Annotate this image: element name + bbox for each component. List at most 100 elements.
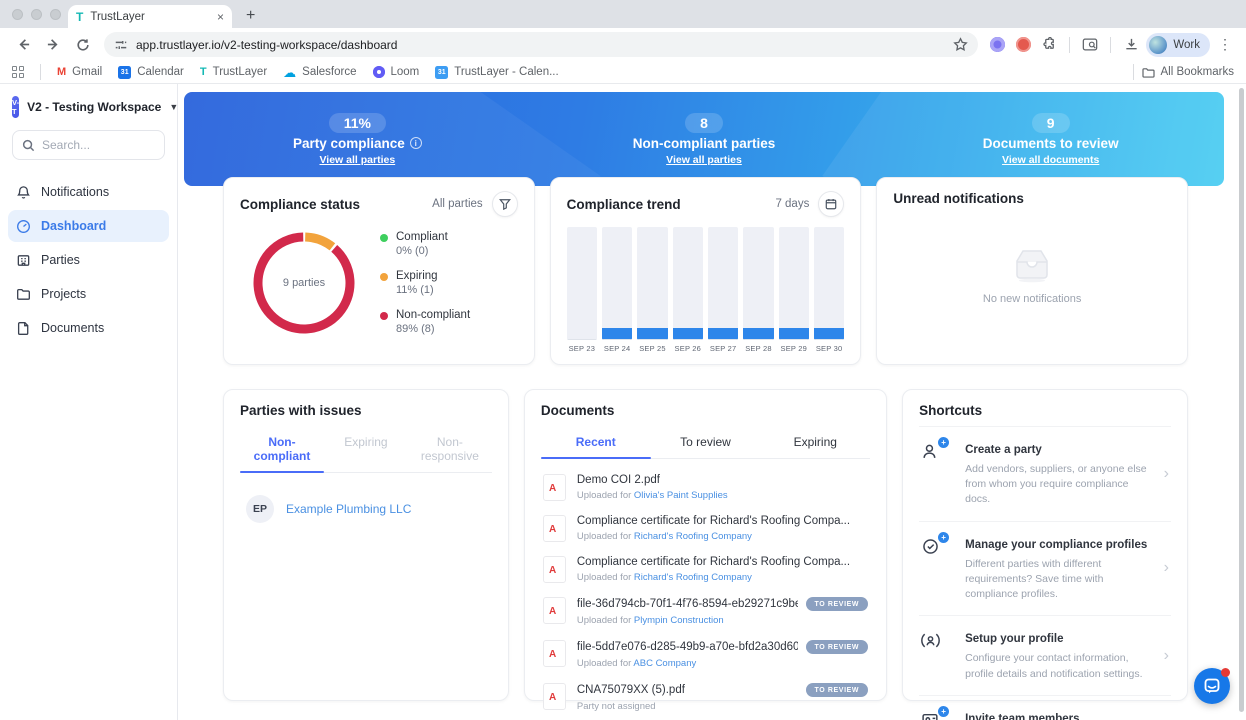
close-window-button[interactable] [12,9,23,20]
bookmark-salesforce[interactable]: ☁ Salesforce [283,66,356,79]
document-row[interactable]: A CNA75079XX (5).pdf TO REVIEW Party not … [541,676,870,719]
folder-icon [1141,67,1155,78]
tab-recent[interactable]: Recent [540,428,651,459]
shortcut-manage-profiles[interactable]: + Manage your compliance profiles Differ… [919,520,1171,616]
bookmark-trustlayer[interactable]: T TrustLayer [200,66,267,78]
party-link[interactable]: Olivia's Paint Supplies [634,490,728,501]
url-bar[interactable]: app.trustlayer.io/v2-testing-workspace/d… [104,32,979,57]
empty-text: No new notifications [982,293,1082,305]
dashboard-main: 11% Party compliance i View all parties 8… [178,84,1246,720]
tab-to-review[interactable]: To review [651,428,761,458]
filter-button[interactable] [491,191,518,217]
document-row[interactable]: A Compliance certificate for Richard's R… [541,549,870,590]
tab-expiring-docs[interactable]: Expiring [760,428,870,458]
document-row[interactable]: A file-5dd7e076-d285-49b9-a70e-bfd2a30d6… [541,633,870,676]
party-name-link[interactable]: Example Plumbing LLC [286,502,411,516]
sidebar: V-T V2 - Testing Workspace ▼ Search... N… [0,84,178,720]
browser-menu-icon[interactable]: ⋮ [1214,36,1236,53]
url-text[interactable]: app.trustlayer.io/v2-testing-workspace/d… [136,38,945,52]
document-row[interactable]: A Compliance certificate for Richard's R… [541,508,870,549]
view-all-parties-link-2[interactable]: View all parties [666,154,742,166]
browser-tab-trustlayer[interactable]: T TrustLayer × [68,5,232,28]
shortcuts-card: Shortcuts + Create a party Add vendors, … [902,389,1188,720]
search-input[interactable]: Search... [12,130,165,160]
sidebar-item-parties[interactable]: Parties [8,244,169,276]
document-name[interactable]: file-36d794cb-70f1-4f76-8594-eb29271c9be… [577,598,798,610]
minimize-window-button[interactable] [31,9,42,20]
chevron-right-icon: › [1163,464,1169,482]
bookmark-loom[interactable]: Loom [372,66,419,78]
calendar-range-button[interactable] [818,191,845,217]
download-icon[interactable] [1120,34,1142,56]
party-link[interactable]: ABC Company [633,658,696,669]
to-review-badge: TO REVIEW [805,597,869,611]
shortcut-create-party[interactable]: + Create a party Add vendors, suppliers,… [919,426,1171,521]
stat-party-compliance: 11% Party compliance i View all parties [184,92,531,186]
party-link[interactable]: Plympin Construction [634,615,724,626]
sidebar-item-notifications[interactable]: Notifications [8,176,169,208]
stat-label: Non-compliant parties [632,135,776,151]
salesforce-cloud-icon: ☁ [283,64,297,80]
calendar-alt-icon: 31 [435,65,449,79]
window-controls[interactable] [12,9,61,20]
trend-bar-fill [601,327,633,340]
document-name[interactable]: Compliance certificate for Richard's Roo… [577,556,868,568]
tab-non-responsive[interactable]: Non-responsive [408,428,492,472]
donut-center-label: 9 parties [282,277,326,289]
tab-expiring[interactable]: Expiring [324,428,408,472]
extension-icon-red[interactable] [1012,34,1034,56]
extension-icon-purple[interactable] [986,34,1008,56]
card-title: Documents [540,403,615,418]
shortcut-title: Manage your compliance profiles [965,538,1148,551]
site-settings-icon[interactable] [114,38,128,52]
shortcut-description: Different parties with different require… [965,557,1104,601]
sidebar-item-dashboard[interactable]: Dashboard [8,210,169,242]
bookmark-trustlayer-calendar[interactable]: 31 TrustLayer - Calen... [435,65,559,79]
document-name[interactable]: Demo COI 2.pdf [577,474,868,486]
document-name[interactable]: file-5dd7e076-d285-49b9-a70e-bfd2a30d60.… [577,641,798,653]
document-name[interactable]: Compliance certificate for Richard's Roo… [577,515,868,527]
profile-settings-icon [921,631,951,655]
document-row[interactable]: A Demo COI 2.pdf Uploaded for Olivia's P… [541,467,870,508]
tab-non-compliant[interactable]: Non-compliant [240,428,324,473]
pdf-file-icon: A [542,683,566,710]
trend-bar: SEP 25 [637,227,668,353]
back-button[interactable] [10,32,36,58]
side-panel-icon[interactable] [1079,34,1101,56]
trustlayer-icon: T [199,65,207,78]
bookmark-star-icon[interactable] [953,37,969,52]
maximize-window-button[interactable] [50,9,61,20]
info-icon[interactable]: i [409,137,422,149]
bookmark-gmail[interactable]: M Gmail [57,66,102,78]
party-link[interactable]: Richard's Roofing Company [634,572,752,583]
trend-bar-fill [672,327,703,340]
all-bookmarks-button[interactable]: All Bookmarks [1141,66,1234,78]
compliance-trend-card: Compliance trend 7 days SEP 23 SEP 24 SE… [549,177,862,365]
building-icon [17,254,30,266]
shortcut-invite-team[interactable]: + Invite team members Invite co-workers … [919,694,1171,720]
bookmark-calendar[interactable]: 31 Calendar [118,65,184,79]
shortcut-setup-profile[interactable]: Setup your profile Configure your contac… [919,615,1171,694]
sidebar-item-projects[interactable]: Projects [8,278,169,310]
profile-chip[interactable]: Work [1146,32,1210,57]
apps-grid-icon[interactable] [12,66,24,78]
shortcuts-list: + Create a party Add vendors, suppliers,… [919,426,1171,720]
sidebar-item-documents[interactable]: Documents [8,312,169,344]
reload-button[interactable] [70,32,96,58]
document-row[interactable]: A file-36d794cb-70f1-4f76-8594-eb29271c9… [541,590,870,633]
folder-icon [17,288,30,300]
close-tab-icon[interactable]: × [217,11,224,23]
view-all-parties-link[interactable]: View all parties [319,154,395,166]
pdf-file-icon: A [542,640,566,667]
document-name[interactable]: CNA75079XX (5).pdf [577,684,798,696]
extensions-puzzle-icon[interactable] [1038,34,1060,56]
party-list-item[interactable]: EP Example Plumbing LLC [240,495,492,523]
view-all-documents-link[interactable]: View all documents [1002,154,1099,166]
trend-bar-fill [743,327,774,340]
forward-button[interactable] [40,32,66,58]
chevron-right-icon: › [1163,559,1169,577]
workspace-switcher[interactable]: V-T V2 - Testing Workspace ▼ [12,96,178,118]
party-link[interactable]: Richard's Roofing Company [634,531,752,542]
new-tab-button[interactable]: + [246,7,255,25]
to-review-badge: TO REVIEW [805,640,869,654]
